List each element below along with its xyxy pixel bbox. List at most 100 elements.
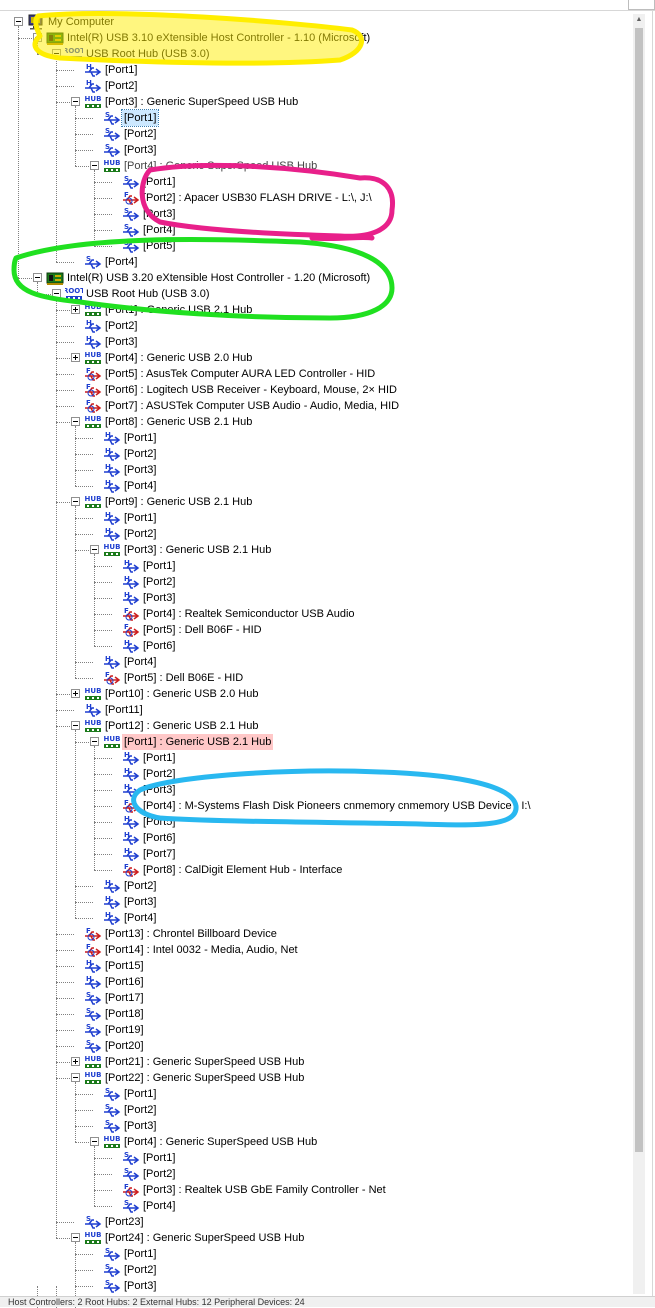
tree-node-label[interactable]: [Port1]: [103, 62, 139, 78]
tree-node[interactable]: H [Port2]: [0, 78, 630, 94]
tree-node-label[interactable]: [Port15]: [103, 958, 146, 974]
tree-node[interactable]: F [Port2] : Apacer USB30 FLASH DRIVE - L:…: [0, 190, 630, 206]
tree-node[interactable]: H [Port1]: [0, 430, 630, 446]
tree-node[interactable]: H [Port16]: [0, 974, 630, 990]
expand-icon[interactable]: [71, 1057, 80, 1066]
tree-node-label[interactable]: [Port2]: [122, 446, 158, 462]
tree-node-label[interactable]: [Port3]: [122, 1118, 158, 1134]
tree-node-label[interactable]: [Port16]: [103, 974, 146, 990]
tree-node-label[interactable]: [Port4]: [122, 910, 158, 926]
tree-node[interactable]: S [Port20]: [0, 1038, 630, 1054]
tree-node[interactable]: S [Port4]: [0, 1198, 630, 1214]
tree-node-label[interactable]: [Port1]: [141, 174, 177, 190]
tree-node-label[interactable]: [Port10] : Generic USB 2.0 Hub: [103, 686, 260, 702]
tree-node[interactable]: S [Port4]: [0, 222, 630, 238]
vertical-scrollbar[interactable]: ▲: [633, 14, 645, 1294]
tree-node-label[interactable]: [Port4]: [103, 254, 139, 270]
tree-node[interactable]: Intel(R) USB 3.10 eXtensible Host Contro…: [0, 30, 630, 46]
tree-node-label[interactable]: [Port4]: [122, 478, 158, 494]
tree-node[interactable]: S [Port4]: [0, 254, 630, 270]
tree-node-label[interactable]: [Port3]: [141, 590, 177, 606]
tree-node-label[interactable]: My Computer: [46, 14, 116, 30]
tree-node[interactable]: H [Port3]: [0, 590, 630, 606]
tree-node-label[interactable]: [Port3]: [122, 894, 158, 910]
tree-node[interactable]: H [Port1]: [0, 510, 630, 526]
tree-node-label[interactable]: [Port5] : Dell B06F - HID: [141, 622, 264, 638]
tree-node-label[interactable]: [Port12] : Generic USB 2.1 Hub: [103, 718, 260, 734]
collapse-icon[interactable]: [52, 49, 61, 58]
tree-node[interactable]: HUB [Port1] : Generic USB 2.1 Hub: [0, 302, 630, 318]
tree-node[interactable]: ROOT USB Root Hub (USB 3.0): [0, 286, 630, 302]
tree-node-label[interactable]: [Port6] : Logitech USB Receiver - Keyboa…: [103, 382, 399, 398]
expand-icon[interactable]: [71, 353, 80, 362]
tree-node-label[interactable]: [Port22] : Generic SuperSpeed USB Hub: [103, 1070, 306, 1086]
tree-node[interactable]: F [Port5] : AsusTek Computer AURA LED Con…: [0, 366, 630, 382]
tree-node-label[interactable]: [Port1]: [141, 558, 177, 574]
tree-node[interactable]: S [Port1]: [0, 1150, 630, 1166]
tree-node-label[interactable]: [Port6]: [141, 638, 177, 654]
tree-node-label[interactable]: [Port3]: [141, 782, 177, 798]
collapse-icon[interactable]: [71, 97, 80, 106]
tree-node[interactable]: S [Port3]: [0, 206, 630, 222]
collapse-icon[interactable]: [33, 273, 42, 282]
tree-node[interactable]: F [Port14] : Intel 0032 - Media, Audio, N…: [0, 942, 630, 958]
tree-node-label[interactable]: USB Root Hub (USB 3.0): [84, 46, 212, 62]
tree-node[interactable]: H [Port1]: [0, 62, 630, 78]
scroll-thumb[interactable]: [635, 28, 643, 1152]
tree-node[interactable]: ROOT USB Root Hub (USB 3.0): [0, 46, 630, 62]
tree-node[interactable]: H [Port3]: [0, 462, 630, 478]
tree-node-label[interactable]: [Port2]: [122, 1262, 158, 1278]
tree-node-label[interactable]: [Port1]: [122, 1246, 158, 1262]
tree-node-label[interactable]: Intel(R) USB 3.10 eXtensible Host Contro…: [65, 30, 372, 46]
tree-node-label[interactable]: [Port17]: [103, 990, 146, 1006]
tree-node[interactable]: F [Port13] : Chrontel Billboard Device: [0, 926, 630, 942]
tree-node[interactable]: Intel(R) USB 3.20 eXtensible Host Contro…: [0, 270, 630, 286]
tree-node[interactable]: My Computer: [0, 14, 630, 30]
tree-node-label[interactable]: [Port3]: [122, 142, 158, 158]
tree-node-label[interactable]: [Port14] : Intel 0032 - Media, Audio, Ne…: [103, 942, 300, 958]
collapse-icon[interactable]: [52, 289, 61, 298]
tree-node[interactable]: H [Port1]: [0, 750, 630, 766]
tree-node[interactable]: F [Port7] : ASUSTek Computer USB Audio - …: [0, 398, 630, 414]
tree-node-label[interactable]: [Port2]: [141, 1166, 177, 1182]
tree-node[interactable]: H [Port11]: [0, 702, 630, 718]
tree-node[interactable]: H [Port4]: [0, 478, 630, 494]
collapse-icon[interactable]: [90, 161, 99, 170]
tree-node[interactable]: HUB [Port21] : Generic SuperSpeed USB Hub: [0, 1054, 630, 1070]
tree-node-label[interactable]: [Port2]: [122, 526, 158, 542]
tree-node[interactable]: F [Port3] : Realtek USB GbE Family Contro…: [0, 1182, 630, 1198]
tree-node-label[interactable]: [Port20]: [103, 1038, 146, 1054]
tree-node-label[interactable]: [Port9] : Generic USB 2.1 Hub: [103, 494, 254, 510]
tree-node[interactable]: S [Port23]: [0, 1214, 630, 1230]
tree-node-label[interactable]: [Port23]: [103, 1214, 146, 1230]
tree-node[interactable]: F [Port4] : Realtek Semiconductor USB Aud…: [0, 606, 630, 622]
tree-node[interactable]: H [Port2]: [0, 574, 630, 590]
tree-node-label[interactable]: [Port6]: [141, 830, 177, 846]
tree-node-label[interactable]: [Port1] : Generic USB 2.1 Hub: [103, 302, 254, 318]
tree-node[interactable]: S [Port3]: [0, 1118, 630, 1134]
tree-node-label[interactable]: [Port2]: [141, 766, 177, 782]
tree-node[interactable]: F [Port4] : M-Systems Flash Disk Pioneers…: [0, 798, 630, 814]
tree-node-label[interactable]: [Port7]: [141, 846, 177, 862]
tree-node-label[interactable]: [Port3] : Generic SuperSpeed USB Hub: [103, 94, 300, 110]
collapse-icon[interactable]: [71, 721, 80, 730]
tree-node-label[interactable]: [Port3] : Realtek USB GbE Family Control…: [141, 1182, 388, 1198]
tree-node-label[interactable]: Intel(R) USB 3.20 eXtensible Host Contro…: [65, 270, 372, 286]
tree-node-label[interactable]: [Port4]: [141, 1198, 177, 1214]
tree-node[interactable]: H [Port7]: [0, 846, 630, 862]
tree-node-label[interactable]: [Port4] : Generic USB 2.0 Hub: [103, 350, 254, 366]
tree-node-label[interactable]: [Port3]: [122, 462, 158, 478]
tree-node-label[interactable]: [Port2]: [103, 78, 139, 94]
tree-node-label[interactable]: [Port1] : Generic USB 2.1 Hub: [122, 734, 274, 750]
tree-node-label[interactable]: [Port4]: [141, 222, 177, 238]
tree-node[interactable]: H [Port2]: [0, 766, 630, 782]
tree-node[interactable]: H [Port6]: [0, 638, 630, 654]
tree-node-label[interactable]: [Port4] : M-Systems Flash Disk Pioneers …: [141, 798, 533, 814]
tree-node-label[interactable]: [Port2] : Apacer USB30 FLASH DRIVE - L:\…: [141, 190, 374, 206]
tree-node[interactable]: S [Port2]: [0, 1166, 630, 1182]
usb-device-tree[interactable]: My Computer Intel(R) USB 3.10 eXtensible …: [0, 0, 655, 1308]
tree-node[interactable]: F [Port5] : Dell B06E - HID: [0, 670, 630, 686]
tree-node[interactable]: HUB [Port8] : Generic USB 2.1 Hub: [0, 414, 630, 430]
tree-node-label[interactable]: [Port13] : Chrontel Billboard Device: [103, 926, 279, 942]
tree-node-label[interactable]: [Port1]: [122, 430, 158, 446]
